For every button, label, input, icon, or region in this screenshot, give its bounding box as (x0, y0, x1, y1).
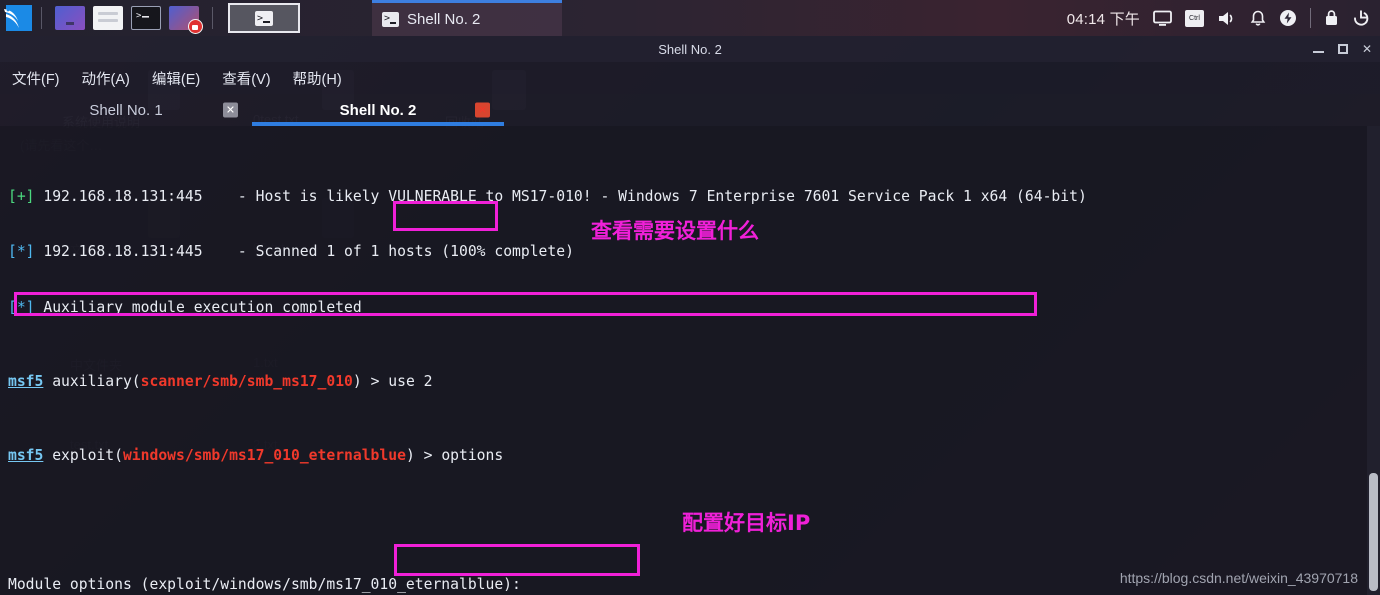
window-controls: ✕ (1312, 36, 1372, 62)
terminal-line: [*] 192.168.18.131:445 - Scanned 1 of 1 … (8, 243, 1380, 262)
module-path: windows/smb/ms17_010_eternalblue (122, 446, 406, 464)
annotation-check-settings: 查看需要设置什么 (591, 219, 759, 243)
power-icon[interactable] (1279, 9, 1297, 27)
terminal-text: 192.168.18.131:445 - Scanned 1 of 1 host… (34, 243, 574, 260)
annotation-configure-target-ip: 配置好目标IP (682, 511, 811, 535)
record-icon (188, 19, 203, 34)
clock[interactable]: 04:14 下午 (1067, 8, 1140, 29)
keyboard-layout-icon[interactable]: Ctrl (1185, 9, 1204, 27)
window-titlebar[interactable]: Shell No. 2 ✕ (0, 36, 1380, 62)
terminal-prompt-line: msf5 auxiliary(scanner/smb/smb_ms17_010)… (8, 373, 1380, 392)
logout-icon[interactable] (1352, 9, 1370, 27)
top-panel: > Shell No. 2 04:14 下午 Ctrl (0, 0, 1380, 36)
menu-item-file[interactable]: 文件(F) (12, 68, 60, 89)
tab-close-icon[interactable]: ✕ (475, 102, 490, 118)
msf-prompt: msf5 (8, 446, 44, 464)
scrollbar[interactable] (1367, 126, 1380, 595)
menu-item-edit[interactable]: 编辑(E) (152, 68, 200, 89)
tab-shell-no-2[interactable]: Shell No. 2 ✕ (252, 94, 504, 126)
window-title: Shell No. 2 (658, 41, 722, 57)
minimize-button[interactable] (1312, 45, 1324, 53)
terminal-text: exploit( (43, 446, 123, 464)
tab-close-icon[interactable]: ✕ (223, 102, 238, 118)
highlight-box-set-rhosts-command (394, 544, 640, 576)
terminal-icon (382, 11, 399, 27)
status-tag-info: [*] (8, 298, 35, 316)
panel-separator (212, 7, 213, 29)
terminal-text: ) > (405, 446, 442, 464)
tab-shell-no-1[interactable]: Shell No. 1 ✕ (0, 94, 252, 126)
tab-bar: Shell No. 1 ✕ Shell No. 2 ✕ (0, 94, 1380, 126)
launcher-web-browser[interactable] (55, 6, 85, 30)
menu-bar: 文件(F) 动作(A) 编辑(E) 查看(V) 帮助(H) (0, 62, 1380, 94)
status-tag-info: [*] (8, 243, 35, 260)
lock-icon[interactable] (1324, 9, 1339, 27)
display-icon[interactable] (1153, 10, 1172, 27)
terminal-icon (255, 10, 273, 26)
tray-separator (1310, 8, 1311, 28)
terminal-window: Shell No. 2 ✕ 文件(F) 动作(A) 编辑(E) 查看(V) 帮助… (0, 36, 1380, 595)
terminal-prompt-line: msf5 exploit(windows/smb/ms17_010_eterna… (8, 447, 1380, 466)
panel-separator (41, 7, 42, 29)
launcher-terminal[interactable]: > (131, 6, 161, 30)
menu-item-actions[interactable]: 动作(A) (82, 68, 130, 89)
volume-icon[interactable] (1217, 10, 1237, 27)
terminal-text: Auxiliary module execution completed (34, 298, 362, 316)
notification-bell-icon[interactable] (1250, 10, 1266, 27)
window-list-button[interactable] (228, 3, 300, 33)
menu-item-view[interactable]: 查看(V) (222, 68, 270, 89)
svg-text:>: > (136, 11, 142, 21)
typed-command-options: options (441, 446, 504, 464)
terminal-line: [+] 192.168.18.131:445 - Host is likely … (8, 188, 1380, 207)
scrollbar-thumb[interactable] (1369, 473, 1378, 591)
terminal-text: auxiliary( (43, 372, 141, 390)
kali-dragon-logo[interactable] (2, 3, 32, 33)
terminal-text: 192.168.18.131:445 - Host is likely VULN… (34, 187, 1087, 205)
taskbar-item-shell-no-2[interactable]: Shell No. 2 (372, 0, 562, 36)
tab-label: Shell No. 1 (89, 101, 163, 119)
module-path: scanner/smb/smb_ms17_010 (140, 372, 353, 390)
taskbar-item-label: Shell No. 2 (407, 11, 481, 28)
menu-item-help[interactable]: 帮助(H) (293, 68, 342, 89)
launcher-file-manager[interactable] (93, 6, 123, 30)
status-tag-success: [+] (8, 187, 35, 205)
desktop-root: 系统使用说明 0test.txt 回收站 (请先看这个… 文件系统 03.txt… (0, 0, 1380, 595)
watermark: https://blog.csdn.net/weixin_43970718 (1119, 569, 1358, 586)
msf-prompt: msf5 (8, 372, 44, 390)
terminal-body[interactable]: [+] 192.168.18.131:445 - Host is likely … (0, 126, 1380, 595)
close-button[interactable]: ✕ (1362, 43, 1372, 55)
system-tray: 04:14 下午 Ctrl (1067, 0, 1380, 36)
maximize-button[interactable] (1337, 44, 1348, 54)
tab-label: Shell No. 2 (339, 101, 417, 119)
terminal-text: ) > use 2 (352, 372, 433, 390)
launcher-screen-recorder[interactable] (169, 6, 203, 34)
terminal-line: [*] Auxiliary module execution completed (8, 299, 1380, 318)
